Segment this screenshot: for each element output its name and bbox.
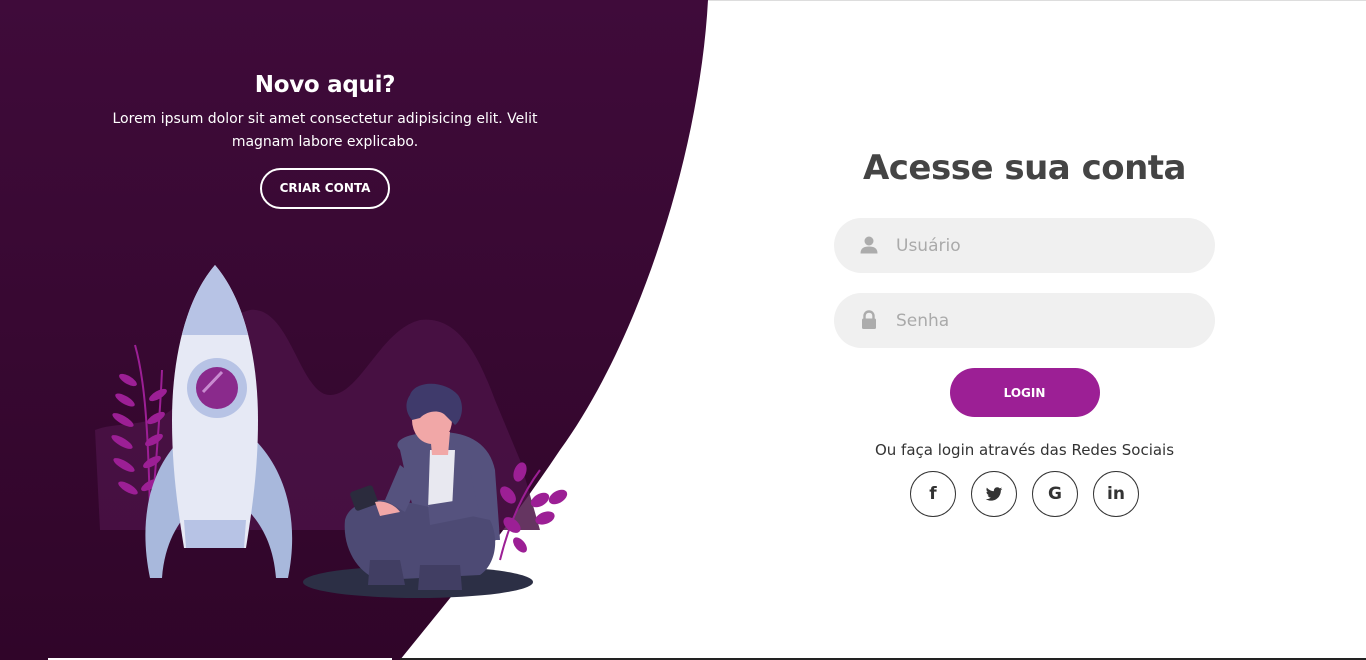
username-input[interactable] [896, 218, 1196, 273]
linkedin-icon: in [1107, 484, 1125, 504]
signup-title: Novo aqui? [254, 72, 396, 98]
linkedin-button[interactable]: in [1093, 471, 1139, 517]
login-button[interactable]: LOGIN [949, 368, 1100, 417]
username-field[interactable] [834, 218, 1215, 273]
twitter-button[interactable] [971, 471, 1017, 517]
create-account-button[interactable]: CRIAR CONTA [260, 168, 390, 209]
user-icon [860, 236, 878, 254]
google-button[interactable]: G [1032, 471, 1078, 517]
social-buttons: f G in [834, 471, 1215, 517]
password-field[interactable] [834, 293, 1215, 348]
login-form: Acesse sua conta LOGIN Ou faça login atr… [834, 148, 1215, 517]
login-title: Acesse sua conta [862, 148, 1187, 188]
facebook-button[interactable]: f [910, 471, 956, 517]
twitter-icon [985, 487, 1003, 501]
lock-icon [862, 310, 876, 329]
signup-panel: Novo aqui? Lorem ipsum dolor sit amet co… [80, 72, 570, 209]
facebook-icon: f [929, 484, 937, 504]
social-login-text: Ou faça login através das Redes Sociais [874, 441, 1175, 459]
google-icon: G [1048, 484, 1062, 504]
signup-description: Lorem ipsum dolor sit amet consectetur a… [112, 111, 538, 150]
password-input[interactable] [896, 293, 1196, 348]
